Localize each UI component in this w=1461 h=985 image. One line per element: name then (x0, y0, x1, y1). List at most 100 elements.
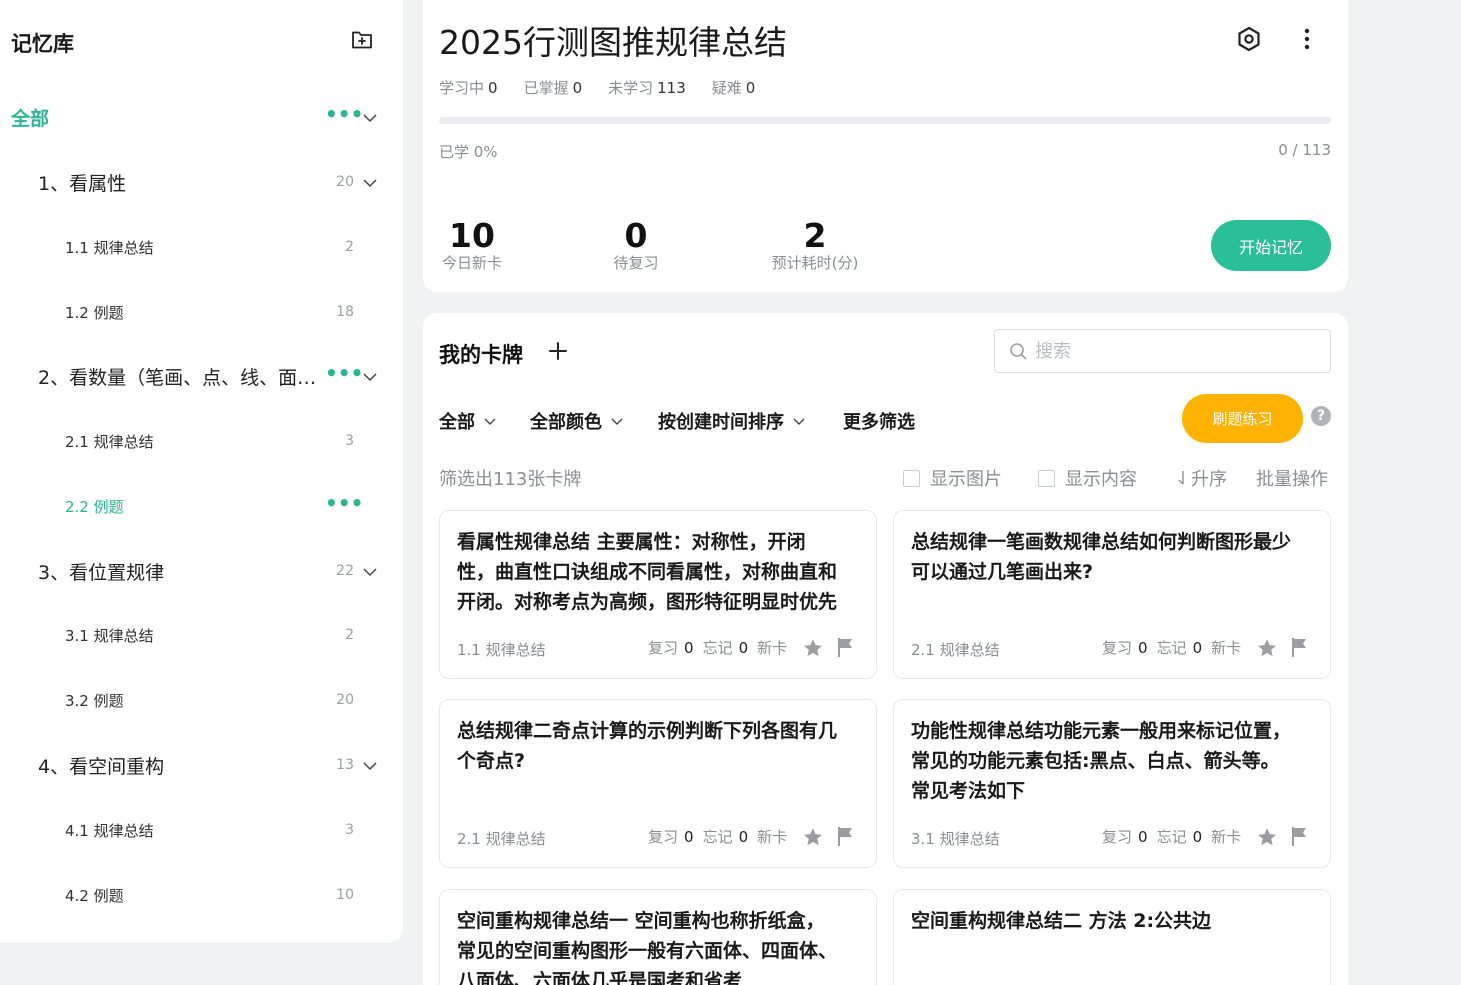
settings-icon[interactable] (1234, 24, 1264, 54)
learned-percent: 已学 0% (439, 143, 498, 161)
filter-all[interactable]: 全部 (439, 408, 497, 434)
cards-title: 我的卡牌 (439, 343, 523, 367)
chevron-down-icon[interactable] (362, 758, 378, 774)
more-vertical-icon[interactable] (1292, 24, 1322, 54)
chevron-down-icon[interactable] (362, 175, 378, 191)
flag-icon[interactable] (1289, 825, 1309, 847)
star-icon[interactable] (1256, 637, 1278, 659)
star-icon[interactable] (1256, 826, 1278, 848)
help-icon[interactable]: ? (1311, 406, 1331, 426)
flag-icon[interactable] (835, 825, 855, 847)
card-text: 空间重构规律总结一 空间重构也称折纸盒，常见的空间重构图形一般有六面体、四面体、… (457, 910, 837, 985)
show-images-toggle[interactable]: 显示图片 (903, 465, 1002, 491)
flag-icon[interactable] (835, 636, 855, 658)
sidebar-title: 记忆库 (11, 32, 74, 56)
card-item[interactable]: 总结规律二奇点计算的示例判断下列各图有几个奇点? 2.1 规律总结 复习 0 忘记… (439, 699, 877, 868)
start-memorize-button[interactable]: 开始记忆 (1211, 220, 1331, 271)
sidebar-item-2-2[interactable]: 2.2 例题 ••• (0, 488, 403, 524)
sidebar-item-1-2[interactable]: 1.2 例题 18 (0, 294, 403, 330)
sidebar-item-count: 13 (336, 757, 354, 773)
sidebar-item-label: 3、看位置规律 (38, 561, 165, 584)
sidebar-item-label: 1.2 例题 (65, 303, 124, 322)
sidebar-item-count: 18 (336, 304, 354, 320)
sidebar-item-count: 20 (336, 174, 354, 190)
sidebar-item-3-2[interactable]: 3.2 例题 20 (0, 682, 403, 718)
chevron-down-icon[interactable] (362, 564, 378, 580)
more-dots-icon[interactable]: ••• (325, 493, 363, 513)
card-item[interactable]: 功能性规律总结功能元素一般用来标记位置，常见的功能元素包括:黑点、白点、箭头等。… (893, 699, 1331, 868)
more-dots-icon[interactable]: ••• (325, 363, 363, 383)
sidebar-item-label: 3.1 规律总结 (65, 626, 154, 645)
search-icon (1010, 343, 1027, 360)
new-folder-icon[interactable] (350, 27, 374, 51)
more-dots-icon[interactable]: ••• (325, 104, 363, 124)
practice-button[interactable]: 刷题练习 (1182, 394, 1303, 443)
card-text: 空间重构规律总结二 方法 2:公共边 (911, 910, 1212, 932)
sidebar-item-4-2[interactable]: 4.2 例题 10 (0, 877, 403, 913)
sidebar-item-1-1[interactable]: 1.1 规律总结 2 (0, 229, 403, 265)
filtered-count: 筛选出113张卡牌 (439, 469, 582, 490)
sidebar-item-3-1[interactable]: 3.1 规律总结 2 (0, 617, 403, 653)
sidebar-item-label: 1、看属性 (38, 172, 127, 195)
chevron-down-icon (611, 418, 623, 425)
sidebar-item-label: 1.1 规律总结 (65, 238, 154, 257)
sidebar-item-count: 3 (345, 822, 354, 838)
search-box[interactable] (994, 329, 1331, 373)
progress-bar (439, 117, 1331, 124)
sidebar-item-count: 2 (345, 239, 354, 255)
pending-review: 0 待复习 (613, 216, 659, 272)
sidebar-item-1[interactable]: 1、看属性 20 (0, 164, 403, 200)
sidebar-item-count: 3 (345, 433, 354, 449)
search-input[interactable] (1035, 340, 1305, 362)
chevron-down-icon[interactable] (362, 110, 378, 126)
sidebar-item-all[interactable]: 全部 ••• (0, 99, 403, 135)
card-text: 总结规律一笔画数规律总结如何判断图形最少可以通过几笔画出来? (911, 531, 1291, 583)
add-card-icon[interactable] (547, 340, 569, 362)
filter-color[interactable]: 全部颜色 (530, 408, 624, 434)
sidebar-item-4[interactable]: 4、看空间重构 13 (0, 747, 403, 783)
card-meta: 复习 0 忘记 0 新卡 (1102, 638, 1242, 658)
sidebar-item-label: 4、看空间重构 (38, 755, 165, 778)
sidebar-item-label: 2、看数量（笔画、点、线、面、角、素） (38, 366, 320, 389)
sidebar-item-label: 全部 (11, 107, 50, 130)
card-meta: 复习 0 忘记 0 新卡 (1102, 827, 1242, 847)
card-category: 3.1 规律总结 (911, 830, 1000, 848)
card-meta: 复习 0 忘记 0 新卡 (648, 638, 788, 658)
card-category: 1.1 规律总结 (457, 641, 546, 659)
star-icon[interactable] (802, 826, 824, 848)
show-content-checkbox[interactable] (1038, 469, 1055, 487)
filter-more[interactable]: 更多筛选 (843, 408, 915, 434)
sidebar-item-2-1[interactable]: 2.1 规律总结 3 (0, 423, 403, 459)
star-icon[interactable] (802, 637, 824, 659)
estimated-time: 2 预计耗时(分) (771, 216, 859, 272)
page-title: 2025行测图推规律总结 (439, 23, 787, 62)
card-text: 总结规律二奇点计算的示例判断下列各图有几个奇点? (457, 720, 837, 772)
stat-mastered: 已掌握 0 (523, 79, 583, 97)
card-text: 功能性规律总结功能元素一般用来标记位置，常见的功能元素包括:黑点、白点、箭头等。… (911, 720, 1291, 802)
today-new-cards: 10 今日新卡 (441, 216, 502, 272)
sort-order-button[interactable]: 升序 (1175, 465, 1227, 491)
card-category: 2.1 规律总结 (457, 830, 546, 848)
sidebar-item-4-1[interactable]: 4.1 规律总结 3 (0, 812, 403, 848)
flag-icon[interactable] (1289, 636, 1309, 658)
show-content-toggle[interactable]: 显示内容 (1038, 465, 1137, 491)
sidebar-item-label: 2.2 例题 (65, 497, 124, 516)
card-item[interactable]: 总结规律一笔画数规律总结如何判断图形最少可以通过几笔画出来? 2.1 规律总结 … (893, 510, 1331, 679)
card-meta: 复习 0 忘记 0 新卡 (648, 827, 788, 847)
chevron-down-icon[interactable] (362, 369, 378, 385)
sidebar-item-label: 4.1 规律总结 (65, 821, 154, 840)
card-item[interactable]: 空间重构规律总结一 空间重构也称折纸盒，常见的空间重构图形一般有六面体、四面体、… (439, 889, 877, 985)
batch-operation-button[interactable]: 批量操作 (1256, 465, 1328, 491)
sidebar-item-count: 2 (345, 627, 354, 643)
card-item[interactable]: 空间重构规律总结二 方法 2:公共边 (893, 889, 1331, 985)
card-item[interactable]: 看属性规律总结 主要属性：对称性，开闭性，曲直性口诀组成不同看属性，对称曲直和开… (439, 510, 877, 679)
filter-sort[interactable]: 按创建时间排序 (658, 408, 806, 434)
sidebar-item-count: 20 (336, 692, 354, 708)
sidebar-item-3[interactable]: 3、看位置规律 22 (0, 553, 403, 589)
stat-learning: 学习中 0 (439, 79, 498, 97)
study-stats: 学习中 0 已掌握 0 未学习 113 疑难 0 (439, 77, 755, 98)
show-images-checkbox[interactable] (903, 469, 920, 487)
sidebar-item-2[interactable]: 2、看数量（笔画、点、线、面、角、素） ••• (0, 358, 403, 394)
sidebar-item-label: 3.2 例题 (65, 691, 124, 710)
learned-ratio: 0 / 113 (1278, 141, 1331, 159)
